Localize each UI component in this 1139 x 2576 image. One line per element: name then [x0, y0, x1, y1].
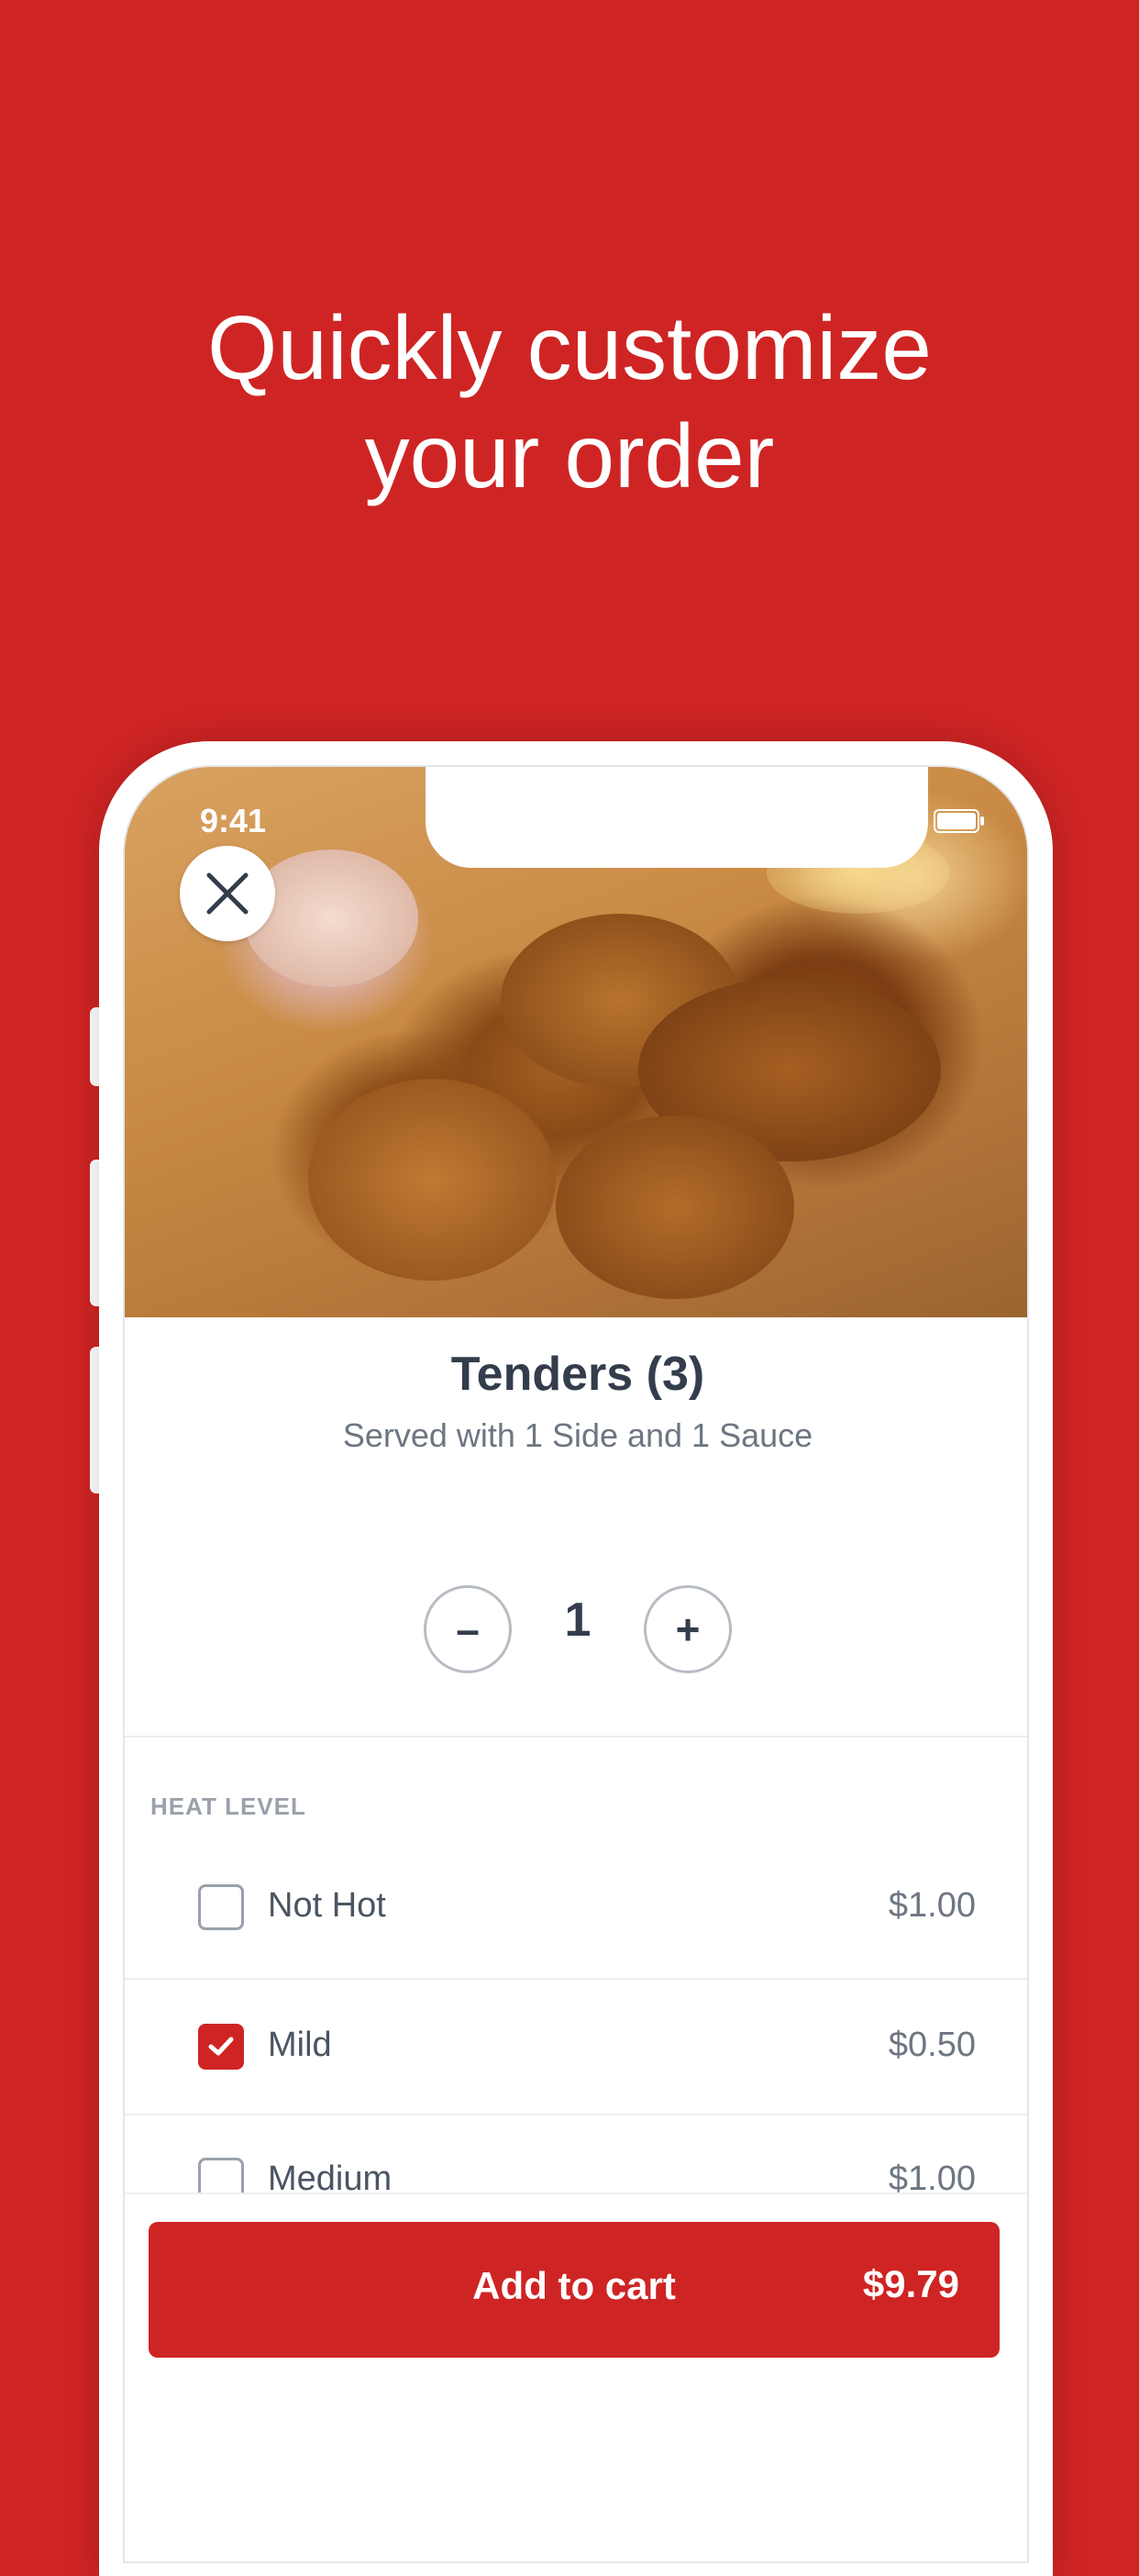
headline-line-2: your order — [364, 405, 775, 506]
product-title: Tenders (3) — [450, 1348, 705, 1401]
cart-total-price: $9.79 — [862, 2262, 959, 2305]
product-subtitle: Served with 1 Side and 1 Sauce — [342, 1416, 813, 1454]
increment-button[interactable]: + — [644, 1585, 732, 1673]
status-icons — [836, 807, 985, 833]
quantity-value: 1 — [564, 1593, 592, 1647]
headline-line-1: Quickly customize — [207, 297, 932, 398]
option-price: $0.50 — [888, 2026, 976, 2064]
plus-icon: + — [675, 1605, 701, 1653]
add-to-cart-button[interactable]: Add to cart $9.79 — [149, 2222, 1000, 2358]
signal-icon — [836, 809, 873, 833]
decrement-button[interactable]: – — [424, 1585, 512, 1673]
battery-icon — [934, 809, 984, 833]
close-icon — [206, 872, 249, 915]
bottom-bar: Add to cart $9.79 — [125, 2193, 1027, 2561]
checkbox-checked[interactable] — [198, 2024, 244, 2070]
status-time: 9:41 — [200, 802, 267, 839]
divider — [125, 1736, 1027, 1738]
wifi-icon — [889, 808, 922, 833]
headline: Quickly customize your order — [0, 294, 1139, 510]
phone-frame: 9:41 Tenders (3) Served with 1 Side and … — [99, 741, 1053, 2576]
close-button[interactable] — [180, 846, 275, 941]
option-row-mild[interactable]: Mild $0.50 — [125, 1980, 1027, 2115]
option-row-not-hot[interactable]: Not Hot $1.00 — [125, 1840, 1027, 1976]
minus-icon: – — [456, 1605, 480, 1653]
option-label: Not Hot — [268, 1886, 386, 1925]
heat-level-label: HEAT LEVEL — [150, 1793, 306, 1820]
option-price: $1.00 — [888, 1886, 976, 1925]
check-icon — [208, 2037, 234, 2056]
checkbox[interactable] — [198, 1884, 244, 1930]
phone-screen: 9:41 Tenders (3) Served with 1 Side and … — [123, 765, 1029, 2563]
option-label: Mild — [268, 2026, 332, 2064]
